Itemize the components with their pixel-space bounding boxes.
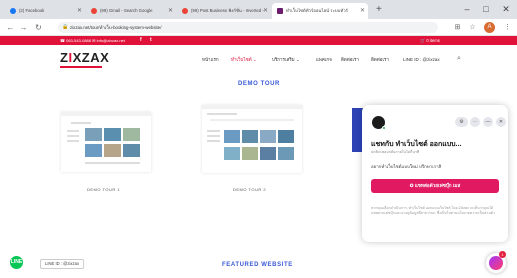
profile-avatar[interactable]: A bbox=[484, 22, 495, 33]
browser-tab-bar: (2) Facebook ✕ (99) Gmail - Search Googl… bbox=[0, 0, 517, 19]
gmail-favicon-icon bbox=[91, 8, 97, 14]
tab-label: ทำเว็บไซต์ทัวร์ออนไลน์ ระบบทัวร์ bbox=[286, 8, 348, 13]
continue-in-messenger-button[interactable]: ✪ แชทต่อด้วยเฟซบุ๊ก เมส bbox=[371, 179, 499, 193]
maximize-button[interactable]: □ bbox=[477, 2, 495, 16]
lock-icon: 🔒 bbox=[62, 24, 69, 30]
demo-tour-1-label[interactable]: DEMO TOUR 1 bbox=[87, 187, 120, 192]
page-avatar bbox=[371, 115, 386, 130]
chat-greeting: อยากทำเว็บไซต์แบบใหม่ ปรึกษาเราสิ bbox=[371, 164, 442, 169]
site-logo[interactable]: ZIXZAX bbox=[60, 51, 109, 65]
menu-services[interactable]: บริการเสริม ⌄ bbox=[272, 55, 300, 65]
menu-package[interactable]: แพคเกจ bbox=[316, 55, 332, 65]
kebab-menu-icon[interactable]: ⋮ bbox=[502, 22, 513, 33]
browser-toolbar: ← → ↻ 🔒 zixzax.net/tour/ทำเว็บ-booking-s… bbox=[0, 19, 517, 36]
demo-tour-heading: DEMO TOUR bbox=[238, 81, 280, 87]
tour-photo bbox=[242, 147, 258, 160]
star-icon[interactable]: ☆ bbox=[467, 22, 478, 33]
tour-photo bbox=[278, 130, 294, 143]
minimize-chat-button[interactable]: — bbox=[483, 117, 493, 127]
search-icon[interactable]: ⌕ bbox=[457, 54, 461, 64]
tour-photo bbox=[224, 147, 240, 160]
close-tab-icon[interactable]: ✕ bbox=[168, 3, 173, 19]
logo-underline bbox=[60, 66, 102, 68]
cart-link[interactable]: 🛒 0 items bbox=[420, 36, 440, 45]
more-options-button[interactable]: ⋯ bbox=[470, 117, 480, 127]
translate-icon[interactable]: ⊞ bbox=[452, 22, 463, 33]
twitter-icon[interactable]: t bbox=[150, 36, 152, 45]
site-top-bar: ☎ 063-543-0888 ✉ info@zixzax.net f t 🛒 0… bbox=[0, 36, 517, 45]
facebook-favicon-icon bbox=[10, 8, 16, 14]
messenger-icon bbox=[489, 256, 503, 270]
chat-disclaimer: หากคุณเลือกดำเนินการ, ทำเว็บไซต์ ออกแบบเ… bbox=[371, 206, 495, 215]
close-window-button[interactable]: ✕ bbox=[497, 2, 515, 16]
messenger-bubble-button[interactable]: 1 bbox=[486, 251, 506, 273]
close-tab-icon[interactable]: ✕ bbox=[360, 3, 365, 19]
demo-tour-2-label[interactable]: DEMO TOUR 2 bbox=[233, 187, 266, 192]
menu-contact-2[interactable]: ติดต่อเรา bbox=[371, 55, 389, 65]
online-status-dot bbox=[382, 126, 386, 130]
facebook-icon[interactable]: f bbox=[140, 36, 142, 45]
unread-badge: 1 bbox=[499, 251, 506, 258]
menu-home[interactable]: หน้าแรก bbox=[202, 55, 219, 65]
zixzax-favicon-icon bbox=[277, 8, 283, 14]
tour-photo bbox=[260, 147, 276, 160]
new-tab-button[interactable]: + bbox=[376, 3, 382, 17]
tour-photo bbox=[278, 147, 294, 160]
close-tab-icon[interactable]: ✕ bbox=[77, 3, 82, 19]
gmail-favicon-icon bbox=[182, 8, 188, 14]
messenger-chat-popup: ⚙ ⋯ — ✕ แชทกับ ทำเว็บไซต์ ออกแบบ... ปกติ… bbox=[362, 105, 508, 242]
tab-zixzax[interactable]: ทำเว็บไซต์ทัวร์ออนไลน์ ระบบทัวร์ ✕ bbox=[272, 3, 368, 19]
tab-gmail[interactable]: (99) Gmail - Search Google ✕ bbox=[86, 3, 176, 19]
forward-icon[interactable]: → bbox=[18, 21, 29, 34]
tour-photo bbox=[104, 128, 121, 141]
line-id-label[interactable]: LINE ID : @zixzax bbox=[40, 259, 85, 269]
close-tab-icon[interactable]: ✕ bbox=[263, 3, 268, 19]
tour-photo bbox=[85, 144, 102, 157]
tab-post-business[interactable]: (99) Post Business ฟังก์ชั่น - Inverted … bbox=[177, 3, 271, 19]
chat-options-button[interactable]: ⚙ bbox=[455, 117, 468, 127]
minimize-button[interactable]: – bbox=[458, 2, 476, 16]
tour-photo bbox=[224, 130, 240, 143]
line-icon[interactable]: LINE bbox=[10, 256, 23, 269]
tour-photo bbox=[123, 144, 140, 157]
tour-photo bbox=[260, 130, 276, 143]
reload-icon[interactable]: ↻ bbox=[33, 21, 44, 34]
tab-label: (99) Gmail - Search Google bbox=[100, 8, 153, 13]
tab-label: (2) Facebook bbox=[19, 8, 45, 13]
menu-contact[interactable]: ติดต่อเรา bbox=[341, 55, 359, 65]
featured-website-heading: FEATURED WEBSITE bbox=[222, 262, 293, 268]
demo-tour-2-card[interactable] bbox=[202, 105, 302, 173]
tour-photo bbox=[85, 128, 102, 141]
chat-subtitle: ปกติจะตอบกลับภายในไม่กี่นาที bbox=[371, 150, 420, 154]
tour-photo bbox=[104, 144, 121, 157]
site-navbar: ZIXZAX หน้าแรก ทำเว็บไซต์ ⌄ บริการเสริม … bbox=[0, 45, 517, 75]
url-text: zixzax.net/tour/ทำเว็บ-booking-system-we… bbox=[70, 25, 162, 30]
contact-info: ☎ 063-543-0888 ✉ info@zixzax.net bbox=[60, 38, 125, 43]
back-icon[interactable]: ← bbox=[5, 21, 16, 34]
demo-tour-1-card[interactable] bbox=[61, 112, 151, 172]
tab-label: (99) Post Business ฟังก์ชั่น - Inverted … bbox=[191, 8, 264, 13]
tour-photo bbox=[123, 128, 140, 141]
menu-website[interactable]: ทำเว็บไซต์ ⌄ bbox=[231, 55, 257, 65]
tour-photo bbox=[242, 130, 258, 143]
menu-line-id[interactable]: LINE ID : @zixzax bbox=[403, 55, 440, 65]
close-chat-button[interactable]: ✕ bbox=[496, 117, 506, 127]
address-bar[interactable]: 🔒 zixzax.net/tour/ทำเว็บ-booking-system-… bbox=[58, 22, 438, 33]
tab-facebook[interactable]: (2) Facebook ✕ bbox=[5, 3, 85, 19]
